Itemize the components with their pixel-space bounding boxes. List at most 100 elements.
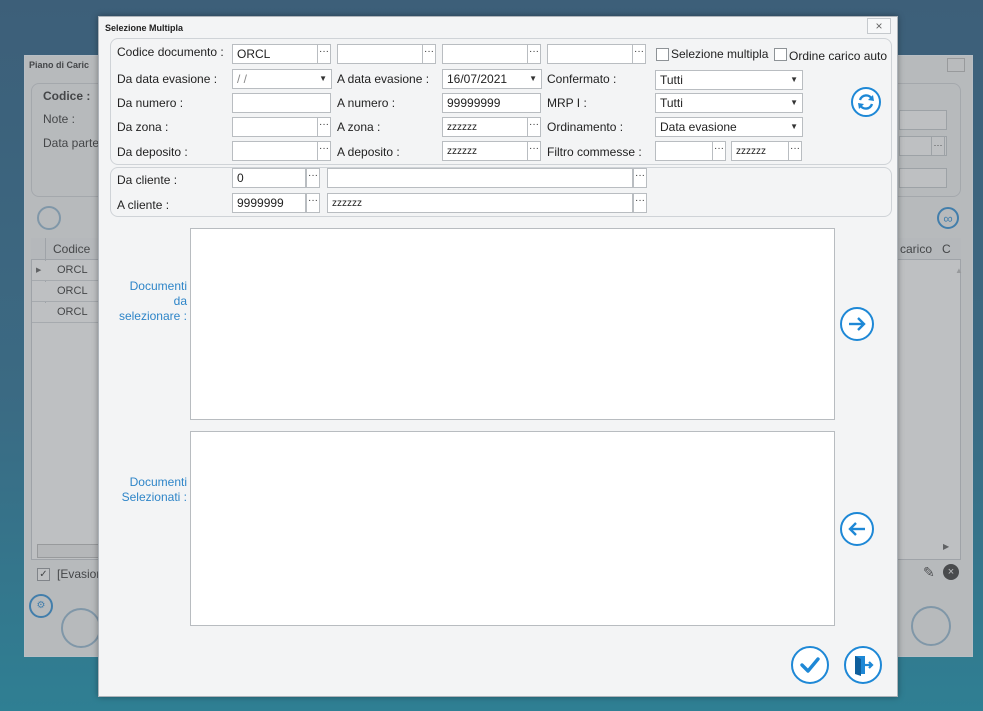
background-note-label: Note :	[43, 112, 76, 126]
background-hscrollbar	[37, 544, 101, 558]
a-deposito-label: A deposito :	[337, 145, 400, 159]
documenti-selezionati-label: Documenti Selezionati :	[121, 475, 187, 504]
background-field	[899, 110, 947, 130]
mrp-value: Tutti	[660, 96, 683, 110]
a-deposito-input[interactable]: zzzzzz	[442, 141, 528, 161]
a-zona-label: A zona :	[337, 120, 381, 134]
a-cliente-name-input[interactable]: zzzzzz	[327, 193, 633, 213]
da-deposito-lookup[interactable]: ···	[317, 141, 331, 161]
codice-documento-lookup-4[interactable]: ···	[632, 44, 646, 64]
codice-documento-input-1[interactable]: ORCL	[232, 44, 318, 64]
close-button[interactable]: ×	[867, 18, 891, 34]
da-deposito-label: Da deposito :	[117, 145, 188, 159]
confirm-button[interactable]	[791, 646, 829, 684]
selezione-multipla-label: Selezione multipla	[671, 47, 769, 61]
background-evasione-label: [Evasion	[57, 567, 104, 581]
mrp-select[interactable]: Tutti ▼	[655, 93, 803, 113]
documenti-da-selezionare-list[interactable]	[190, 228, 835, 420]
a-cliente-code-input[interactable]: 9999999	[232, 193, 306, 213]
delete-icon: ×	[943, 564, 959, 580]
da-data-evasione-value: / /	[237, 72, 248, 86]
da-cliente-name-lookup[interactable]: ···	[633, 168, 647, 188]
background-window-title: Piano di Caric	[29, 60, 90, 70]
filtro-commesse-to-lookup[interactable]: ···	[788, 141, 802, 161]
scroll-up-icon: ▲	[955, 266, 963, 275]
ordinamento-value: Data evasione	[660, 120, 737, 134]
confermato-value: Tutti	[660, 73, 683, 87]
background-data-parte-label: Data parte	[43, 136, 100, 150]
da-data-evasione-picker[interactable]: / / ▼	[232, 69, 332, 89]
filtro-commesse-label: Filtro commesse :	[547, 145, 642, 159]
da-data-evasione-label: Da data evasione :	[117, 72, 218, 86]
da-numero-input[interactable]	[232, 93, 331, 113]
refresh-icon	[858, 94, 874, 110]
da-zona-input[interactable]	[232, 117, 318, 137]
dropdown-arrow-icon: ▼	[319, 74, 327, 83]
selezione-multipla-dialog: Selezione Multipla × Codice documento : …	[98, 16, 898, 697]
close-icon: ×	[875, 19, 883, 33]
filtro-commesse-from-input[interactable]	[655, 141, 713, 161]
dropdown-arrow-icon: ▼	[790, 122, 798, 131]
codice-documento-lookup-2[interactable]: ···	[422, 44, 436, 64]
ordinamento-label: Ordinamento :	[547, 120, 624, 134]
confirm-check-icon	[800, 657, 820, 673]
a-numero-input[interactable]: 99999999	[442, 93, 541, 113]
da-deposito-input[interactable]	[232, 141, 318, 161]
da-cliente-code-input[interactable]: 0	[232, 168, 306, 188]
arrow-right-icon	[849, 317, 866, 331]
mrp-label: MRP I :	[547, 96, 587, 110]
filtro-commesse-from-lookup[interactable]: ···	[712, 141, 726, 161]
arrow-left-icon	[848, 522, 865, 536]
da-zona-label: Da zona :	[117, 120, 169, 134]
codice-documento-lookup-1[interactable]: ···	[317, 44, 331, 64]
confermato-label: Confermato :	[547, 72, 617, 86]
link-icon: ∞	[937, 207, 959, 229]
selezione-multipla-checkbox[interactable]	[656, 48, 669, 61]
a-data-evasione-picker[interactable]: 16/07/2021 ▼	[442, 69, 542, 89]
background-column-carico: carico	[900, 242, 933, 256]
remove-selected-button[interactable]	[840, 512, 874, 546]
da-cliente-lookup[interactable]: ···	[306, 168, 320, 188]
codice-documento-input-3[interactable]	[442, 44, 528, 64]
da-cliente-name-input[interactable]	[327, 168, 633, 188]
background-field	[899, 168, 947, 188]
a-cliente-lookup[interactable]: ···	[306, 193, 320, 213]
background-refresh-icon	[37, 206, 61, 230]
confermato-select[interactable]: Tutti ▼	[655, 70, 803, 90]
da-zona-lookup[interactable]: ···	[317, 117, 331, 137]
dialog-title: Selezione Multipla	[105, 23, 184, 33]
background-column-c: C	[942, 242, 951, 256]
a-data-evasione-label: A data evasione :	[337, 72, 430, 86]
background-column-codice: Codice	[53, 242, 91, 256]
ordinamento-select[interactable]: Data evasione ▼	[655, 117, 803, 137]
ordine-carico-auto-checkbox[interactable]	[774, 48, 787, 61]
background-confirm-icon	[61, 608, 101, 648]
codice-documento-lookup-3[interactable]: ···	[527, 44, 541, 64]
a-zona-input[interactable]: zzzzzz	[442, 117, 528, 137]
filtro-commesse-to-input[interactable]: zzzzzz	[731, 141, 789, 161]
dropdown-arrow-icon: ▼	[529, 74, 537, 83]
a-deposito-lookup[interactable]: ···	[527, 141, 541, 161]
background-ellipsis-button: ···	[931, 136, 945, 156]
a-numero-label: A numero :	[337, 96, 396, 110]
add-selected-button[interactable]	[840, 307, 874, 341]
background-codice-label: Codice :	[43, 89, 91, 103]
a-zona-lookup[interactable]: ···	[527, 117, 541, 137]
background-maximize-button[interactable]	[947, 58, 965, 72]
a-cliente-name-lookup[interactable]: ···	[633, 193, 647, 213]
exit-door-icon	[855, 656, 874, 676]
pencil-icon: ✎	[923, 564, 935, 580]
a-data-evasione-value: 16/07/2021	[447, 72, 508, 86]
documenti-da-selezionare-label: Documenti da selezionare :	[118, 279, 187, 323]
da-numero-label: Da numero :	[117, 96, 184, 110]
exit-button[interactable]	[844, 646, 882, 684]
da-cliente-label: Da cliente :	[117, 173, 178, 187]
codice-documento-input-2[interactable]	[337, 44, 423, 64]
row-indicator-icon: ▶	[36, 267, 42, 274]
ordine-carico-auto-label: Ordine carico auto	[789, 49, 888, 63]
codice-documento-label: Codice documento :	[117, 45, 224, 59]
codice-documento-input-4[interactable]	[547, 44, 633, 64]
documenti-selezionati-list[interactable]	[190, 431, 835, 626]
refresh-button[interactable]	[851, 87, 881, 117]
background-evasione-checkbox: ✓	[37, 568, 50, 581]
